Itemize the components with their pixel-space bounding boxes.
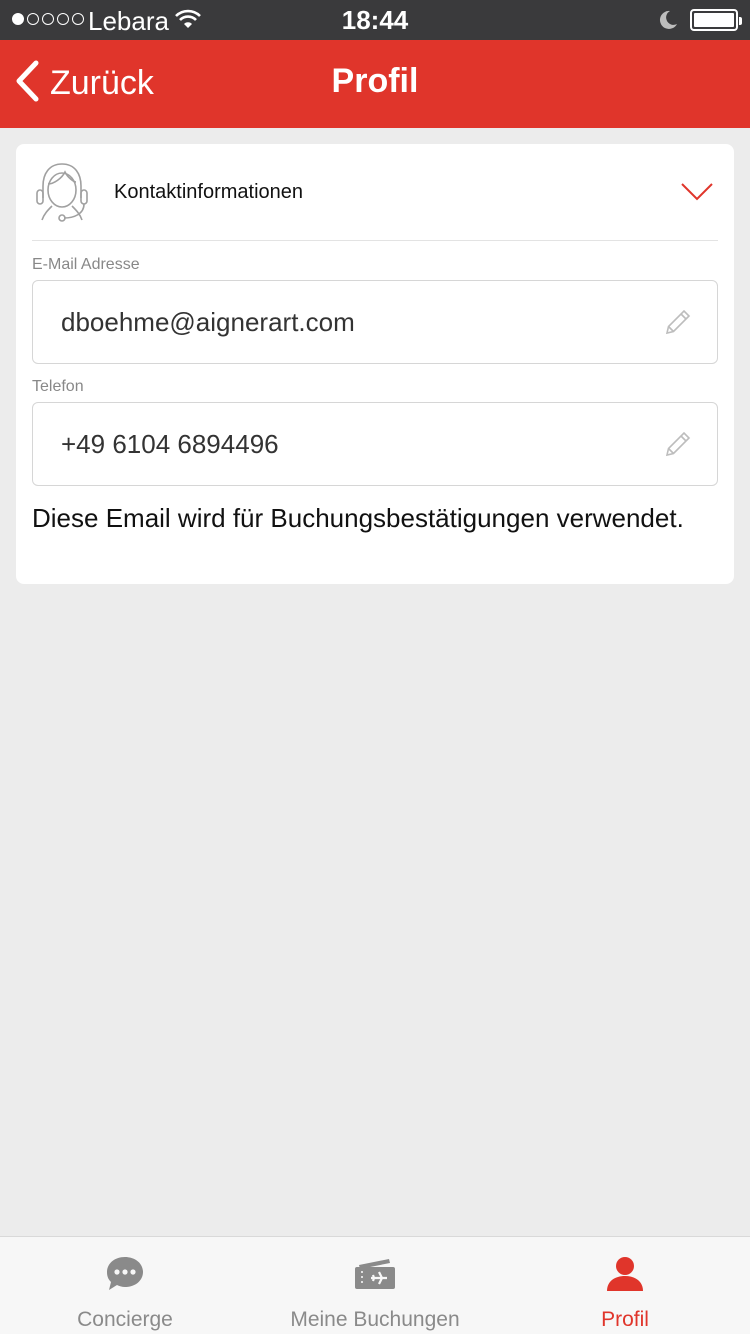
status-time: 18:44 xyxy=(341,5,409,35)
tab-bar: Concierge Meine Buchungen Profil xyxy=(0,1236,750,1334)
section-title: Kontaktinformationen xyxy=(114,181,304,203)
phone-field[interactable]: +49 6104 6894496 xyxy=(32,402,718,486)
section-divider xyxy=(32,240,718,241)
tab-profil[interactable]: Profil xyxy=(500,1237,750,1334)
pencil-edit-icon[interactable] xyxy=(663,307,693,342)
email-field[interactable]: dboehme@aignerart.com xyxy=(32,280,718,364)
chat-bubble-icon xyxy=(0,1255,250,1293)
battery-icon xyxy=(690,9,742,31)
contact-section-header[interactable]: Kontaktinformationen xyxy=(16,144,734,240)
tab-label: Meine Buchungen xyxy=(290,1308,460,1331)
do-not-disturb-icon xyxy=(658,9,678,36)
page-title: Profil xyxy=(331,62,419,100)
headset-agent-icon xyxy=(32,160,92,229)
phone-label: Telefon xyxy=(32,378,84,395)
status-bar: Lebara 18:44 xyxy=(0,0,750,40)
battery-fill xyxy=(694,13,734,27)
ticket-plane-icon xyxy=(250,1255,500,1291)
email-value: dboehme@aignerart.com xyxy=(61,307,355,337)
email-label: E-Mail Adresse xyxy=(32,256,140,273)
navigation-bar: Zurück Profil xyxy=(0,40,750,128)
tab-meine-buchungen[interactable]: Meine Buchungen xyxy=(250,1237,500,1334)
tab-label: Concierge xyxy=(77,1308,173,1331)
person-icon xyxy=(500,1255,750,1293)
tab-label: Profil xyxy=(601,1308,649,1331)
chevron-down-icon[interactable] xyxy=(680,176,714,211)
phone-value: +49 6104 6894496 xyxy=(61,429,279,459)
email-usage-note: Diese Email wird für Buchungsbestätigung… xyxy=(32,503,684,533)
pencil-edit-icon[interactable] xyxy=(663,429,693,464)
tab-concierge[interactable]: Concierge xyxy=(0,1237,250,1334)
contact-card: Kontaktinformationen E-Mail Adresse dboe… xyxy=(16,144,734,584)
